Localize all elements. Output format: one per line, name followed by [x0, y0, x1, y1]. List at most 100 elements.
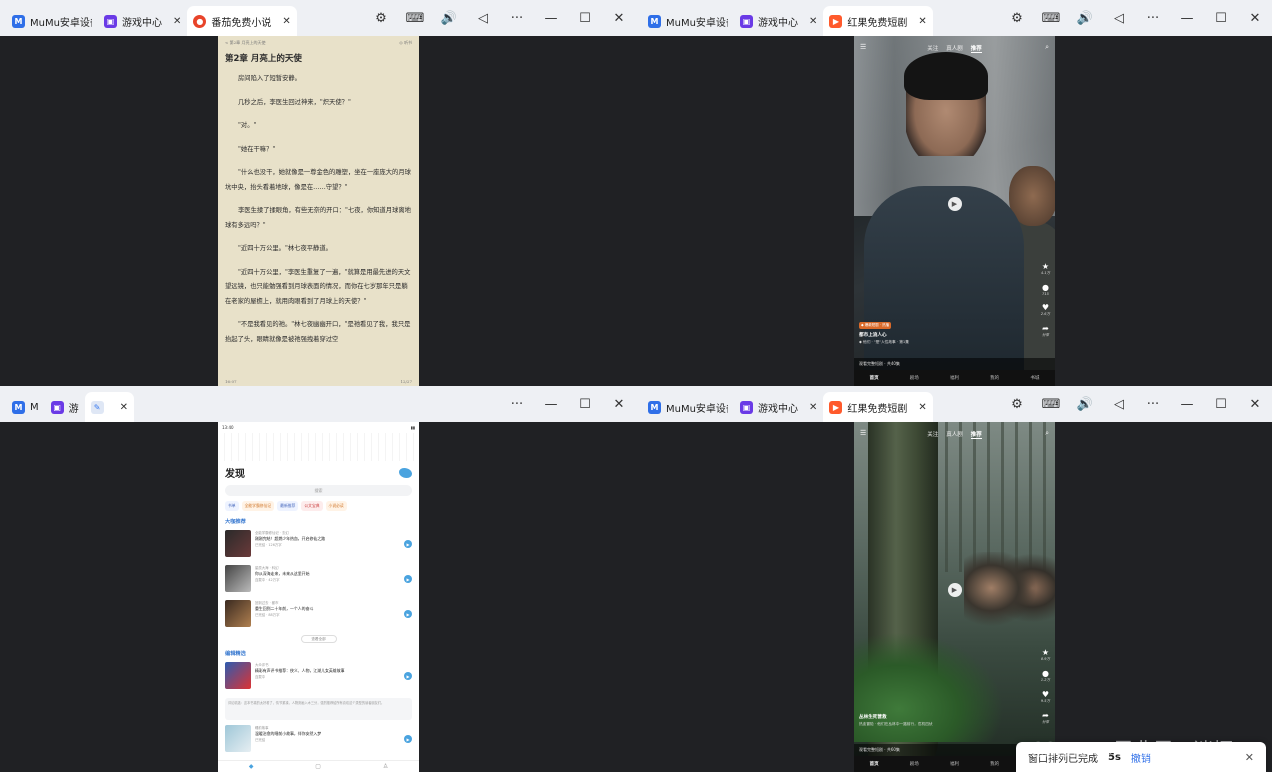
- search-input[interactable]: 搜索: [225, 485, 412, 496]
- watch-full-bar[interactable]: 观看完整短剧 · 共40集: [854, 358, 1055, 370]
- more-icon[interactable]: ···: [1136, 386, 1170, 422]
- keyboard-icon[interactable]: ⌨: [1034, 386, 1068, 422]
- chip[interactable]: 最新推荐: [277, 501, 299, 511]
- list-item[interactable]: 大众评书 精彩有声评书推荐：侠义、人物，江湖儿女英雄故事 连载中 ▶: [218, 660, 419, 695]
- keyboard-icon[interactable]: ⌨: [398, 0, 432, 36]
- close-icon[interactable]: ✕: [602, 386, 636, 422]
- search-icon[interactable]: ⌕: [1045, 43, 1049, 52]
- play-icon[interactable]: ▶: [404, 672, 412, 680]
- tab-mumu[interactable]: MMuMu安卓设备: [6, 6, 98, 36]
- tab-drama[interactable]: 真人剧: [946, 44, 963, 53]
- tab-follow[interactable]: 关注: [927, 44, 938, 53]
- chip[interactable]: 全能学霸修仙记: [241, 501, 275, 511]
- video-player[interactable]: ☰ 关注 真人剧 推荐 ⌕ ▶ ★ 4.1万 ● 715 ♥ 2.6万 ➦ 分享 ◆ 爆…: [854, 36, 1055, 386]
- volume-icon[interactable]: 🔊: [1068, 386, 1102, 422]
- minimize-icon[interactable]: —: [1170, 0, 1204, 36]
- tab-game-center[interactable]: ▣ 游: [45, 392, 85, 422]
- play-icon[interactable]: ▶: [947, 197, 962, 211]
- close-tab-icon[interactable]: ✕: [918, 402, 926, 413]
- nav-mine[interactable]: 我的: [990, 375, 999, 381]
- tab-mumu[interactable]: MM: [6, 392, 45, 422]
- nav-home[interactable]: 首页: [870, 761, 879, 767]
- tab-hongguo[interactable]: ▶ 红果免费短剧 ✕: [823, 6, 933, 36]
- play-icon[interactable]: ▶: [404, 735, 412, 743]
- chip[interactable]: 书单: [225, 501, 239, 511]
- list-item[interactable]: 全能学霸修仙记 · 玄幻 刚刚完结！超燃少年热血，开启修仙之路 已完结 · 126万…: [218, 528, 419, 563]
- minimize-icon[interactable]: —: [1170, 386, 1204, 422]
- volume-icon[interactable]: 🔊: [1068, 0, 1102, 36]
- menu-icon[interactable]: ☰: [860, 429, 866, 437]
- like-button[interactable]: ♥ 2.6万: [1041, 303, 1050, 317]
- more-icon[interactable]: ···: [1136, 0, 1170, 36]
- share-button[interactable]: ➦ 分享: [1042, 711, 1049, 725]
- like-button[interactable]: ♥ 9.5万: [1041, 690, 1050, 704]
- back-icon[interactable]: ◁: [466, 0, 500, 36]
- close-icon[interactable]: ✕: [602, 0, 636, 36]
- list-item[interactable]: 星辰大海 · 科幻 你从深海走来，未来从这里开始 连载中 · 42万字 ▶: [218, 563, 419, 598]
- close-icon[interactable]: ✕: [1238, 386, 1272, 422]
- nav-home[interactable]: 首页: [870, 375, 879, 381]
- nav-welfare[interactable]: 福利: [950, 375, 959, 381]
- minimize-icon[interactable]: —: [534, 386, 568, 422]
- tab-follow[interactable]: 关注: [927, 430, 938, 439]
- settings-icon[interactable]: ⚙: [1000, 386, 1034, 422]
- close-tab-icon[interactable]: ✕: [282, 16, 290, 27]
- settings-icon[interactable]: ⚙: [364, 0, 398, 36]
- view-all-button[interactable]: 查看全部: [300, 635, 337, 643]
- list-item[interactable]: 睡前故事 温暖治愈的睡前小故事，伴你安然入梦 已完结 ▶: [218, 723, 419, 758]
- back-icon[interactable]: ◁: [1102, 386, 1136, 422]
- nav-theater[interactable]: 剧场: [910, 375, 919, 381]
- play-icon[interactable]: ▶: [404, 540, 412, 548]
- nav-theater[interactable]: 剧场: [910, 761, 919, 767]
- tab-drama[interactable]: 真人剧: [946, 430, 963, 439]
- listen-button[interactable]: ◎ 听书: [399, 40, 412, 46]
- nav-shelf-icon[interactable]: ▢: [315, 763, 321, 770]
- chip[interactable]: 公文宝典: [301, 501, 323, 511]
- close-icon[interactable]: ✕: [1238, 0, 1272, 36]
- minimize-icon[interactable]: —: [534, 0, 568, 36]
- nav-welfare[interactable]: 福利: [950, 761, 959, 767]
- more-icon[interactable]: ···: [500, 0, 534, 36]
- tab-recommend[interactable]: 推荐: [970, 44, 982, 53]
- tab-discover-app[interactable]: ✎ ✕: [84, 392, 135, 422]
- maximize-icon[interactable]: ☐: [1204, 0, 1238, 36]
- menu-icon[interactable]: ☰: [860, 43, 866, 51]
- close-tab-icon[interactable]: ✕: [809, 402, 817, 413]
- tab-game-center[interactable]: ▣ 游戏中心 ✕: [98, 6, 187, 36]
- comment-button[interactable]: ● 715: [1042, 283, 1049, 296]
- play-icon[interactable]: ▶: [404, 575, 412, 583]
- maximize-icon[interactable]: ☐: [568, 386, 602, 422]
- nav-discover-icon[interactable]: ◆: [249, 763, 254, 770]
- tab-hongguo[interactable]: ▶ 红果免费短剧 ✕: [823, 392, 933, 422]
- nav-mine[interactable]: 我的: [990, 761, 999, 767]
- collect-button[interactable]: ★ 8.9万: [1041, 648, 1050, 662]
- tab-mumu[interactable]: MMuMu安卓设备: [642, 392, 734, 422]
- tab-mumu[interactable]: MMuMu安卓设备: [642, 6, 734, 36]
- maximize-icon[interactable]: ☐: [1204, 386, 1238, 422]
- close-tab-icon[interactable]: ✕: [918, 16, 926, 27]
- tab-fanqie[interactable]: ● 番茄免费小说 ✕: [187, 6, 297, 36]
- close-tab-icon[interactable]: ✕: [173, 16, 181, 27]
- chip[interactable]: 小说必读: [325, 501, 347, 511]
- play-icon[interactable]: ▶: [404, 610, 412, 618]
- tab-recommend[interactable]: 推荐: [970, 430, 982, 439]
- search-icon[interactable]: ⌕: [1045, 429, 1049, 438]
- collect-button[interactable]: ★ 4.1万: [1041, 262, 1050, 276]
- nav-books[interactable]: 书城: [1030, 375, 1039, 381]
- settings-icon[interactable]: ⚙: [1000, 0, 1034, 36]
- tab-game-center[interactable]: ▣ 游戏中心 ✕: [734, 392, 823, 422]
- nav-profile-icon[interactable]: ♙: [383, 763, 388, 770]
- keyboard-icon[interactable]: ⌨: [1034, 0, 1068, 36]
- video-player[interactable]: ☰ 关注 真人剧 推荐 ⌕ ▶ ★ 8.9万 ● 1.2万 ♥ 9.5万 ➦ 分享 丛林…: [854, 422, 1055, 772]
- close-tab-icon[interactable]: ✕: [809, 16, 817, 27]
- reader-page[interactable]: < 第2章 月亮上的天使 ◎ 听书 第2章 月亮上的天使 房间陷入了短暂安静。 几…: [218, 36, 419, 386]
- maximize-icon[interactable]: ☐: [568, 0, 602, 36]
- close-tab-icon[interactable]: ✕: [120, 402, 128, 413]
- close-toast-icon[interactable]: ✕: [1245, 751, 1254, 764]
- list-item[interactable]: 回到过去 · 都市 重生回到二十年前，一个人的奋斗 已完结 · 88万字 ▶: [218, 598, 419, 633]
- share-button[interactable]: ➦ 分享: [1042, 324, 1049, 338]
- volume-icon[interactable]: 🔊: [432, 0, 466, 36]
- comment-button[interactable]: ● 1.2万: [1041, 669, 1050, 683]
- tab-game-center[interactable]: ▣ 游戏中心 ✕: [734, 6, 823, 36]
- play-icon[interactable]: ▶: [947, 583, 962, 597]
